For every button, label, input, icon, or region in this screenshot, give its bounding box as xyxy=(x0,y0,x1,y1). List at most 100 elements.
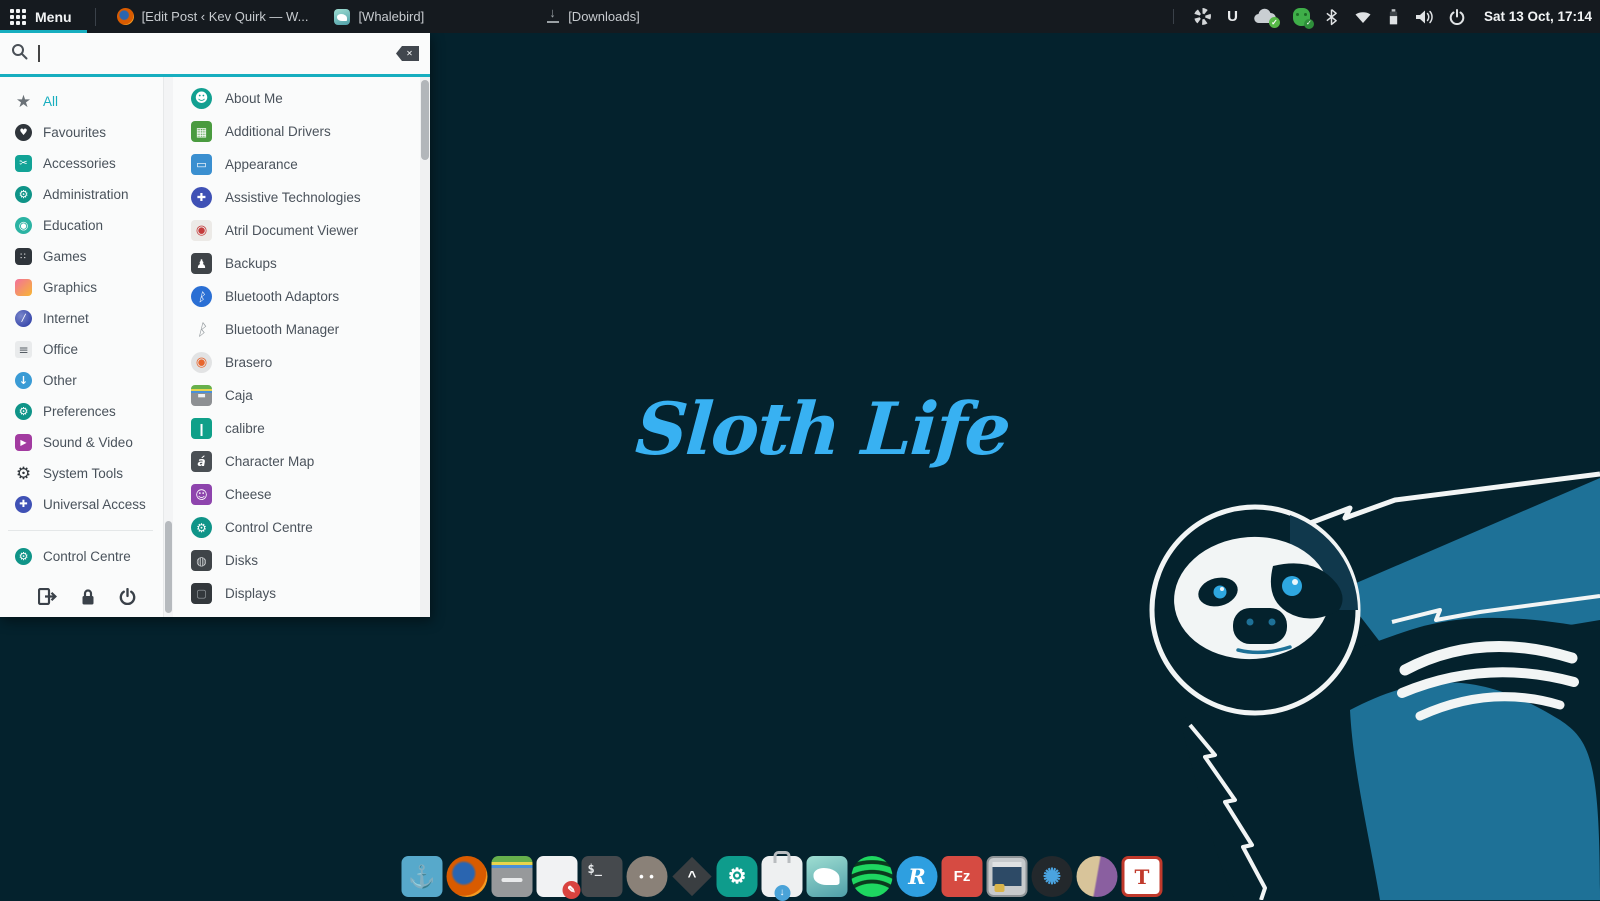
sloth-illustration xyxy=(1140,470,1600,900)
logout-button[interactable] xyxy=(38,588,57,605)
lock-screen-button[interactable] xyxy=(81,588,95,605)
app-displays[interactable]: ▢ Displays xyxy=(173,577,420,610)
window-title: [Edit Post ‹ Kev Quirk — W... xyxy=(142,9,309,24)
category-favourites[interactable]: ♥ Favourites xyxy=(0,117,163,148)
app-brasero[interactable]: ◉ Brasero xyxy=(173,346,420,379)
shutdown-button[interactable] xyxy=(119,588,136,605)
software-boutique-dock-icon[interactable] xyxy=(762,856,803,897)
panel-separator xyxy=(95,8,96,26)
category-internet[interactable]: ∕ Internet xyxy=(0,303,163,334)
app-caja[interactable]: ▬ Caja xyxy=(173,379,420,412)
vpn-tray-icon[interactable] xyxy=(1293,8,1310,26)
plank-dock-icon[interactable]: ⚓ xyxy=(402,856,443,897)
rambox-dock-icon[interactable]: R xyxy=(897,856,938,897)
firefox-dock-icon[interactable] xyxy=(447,856,488,897)
menu-search-input[interactable] xyxy=(43,45,396,62)
caja-dock-icon[interactable] xyxy=(492,856,533,897)
category-other[interactable]: ↓ Other xyxy=(0,365,163,396)
category-control-centre[interactable]: ⚙ Control Centre xyxy=(0,541,163,572)
shutter-dock-icon[interactable]: ✺ xyxy=(1032,856,1073,897)
app-list-scrollbar-thumb[interactable] xyxy=(421,80,429,160)
app-icon: ⚙ xyxy=(191,517,212,538)
app-atril-document-viewer[interactable]: ◉ Atril Document Viewer xyxy=(173,214,420,247)
clear-search-icon[interactable] xyxy=(396,46,419,61)
volume-tray-icon[interactable] xyxy=(1414,9,1434,25)
category-icon: ★ xyxy=(15,93,32,110)
sphere-app-dock-icon[interactable] xyxy=(1077,856,1118,897)
app-icon: ◍ xyxy=(191,550,212,571)
whalebird-dock-icon[interactable] xyxy=(807,856,848,897)
category-label: Games xyxy=(43,249,87,264)
category-sound-video[interactable]: ▶ Sound & Video xyxy=(0,427,163,458)
window-app-icon xyxy=(334,9,350,25)
app-cheese[interactable]: ☺ Cheese xyxy=(173,478,420,511)
app-bluetooth-manager[interactable]: ᛒ Bluetooth Manager xyxy=(173,313,420,346)
app-backups[interactable]: ♟ Backups xyxy=(173,247,420,280)
typora-dock-icon[interactable]: T xyxy=(1122,856,1163,897)
pluma-dock-icon[interactable] xyxy=(537,856,578,897)
category-preferences[interactable]: ⚙ Preferences xyxy=(0,396,163,427)
window-button-editor[interactable]: [Edit Post ‹ Kev Quirk — W... xyxy=(104,0,322,33)
inkscape-dock-icon[interactable]: ^ xyxy=(672,856,713,897)
filezilla-dock-icon[interactable]: Fz xyxy=(942,856,983,897)
power-tray-icon[interactable] xyxy=(1449,9,1465,25)
remote-desktop-dock-icon[interactable] xyxy=(987,856,1028,897)
wifi-tray-icon[interactable] xyxy=(1353,9,1373,24)
category-games[interactable]: ∷ Games xyxy=(0,241,163,272)
window-list: [Edit Post ‹ Kev Quirk — W... [Whalebird… xyxy=(104,0,653,33)
ulauncher-tray-icon[interactable]: U xyxy=(1227,8,1238,25)
app-list-scrollbar[interactable] xyxy=(420,77,430,617)
app-control-centre[interactable]: ⚙ Control Centre xyxy=(173,511,420,544)
session-buttons xyxy=(0,588,163,605)
category-administration[interactable]: ⚙ Administration xyxy=(0,179,163,210)
app-label: Character Map xyxy=(225,454,314,469)
app-calibre[interactable]: ❙ calibre xyxy=(173,412,420,445)
mate-tweak-dock-icon[interactable]: ⚙ xyxy=(717,856,758,897)
app-label: Additional Drivers xyxy=(225,124,331,139)
category-education[interactable]: ◉ Education xyxy=(0,210,163,241)
spotify-dock-icon[interactable] xyxy=(852,856,893,897)
menu-button[interactable]: Menu xyxy=(0,0,87,33)
window-button-whalebird[interactable]: [Whalebird] xyxy=(321,0,437,33)
app-icon: ✚ xyxy=(191,187,212,208)
gimp-dock-icon[interactable]: • • xyxy=(627,856,668,897)
category-system-tools[interactable]: ⚙ System Tools xyxy=(0,458,163,489)
category-graphics[interactable]: Graphics xyxy=(0,272,163,303)
category-accessories[interactable]: ✂ Accessories xyxy=(0,148,163,179)
window-app-icon xyxy=(117,8,134,25)
category-label: Education xyxy=(43,218,103,233)
app-label: Assistive Technologies xyxy=(225,190,361,205)
app-about-me[interactable]: ☻ About Me xyxy=(173,82,420,115)
app-appearance[interactable]: ▭ Appearance xyxy=(173,148,420,181)
app-label: Backups xyxy=(225,256,277,271)
panel-clock[interactable]: Sat 13 Oct, 17:14 xyxy=(1484,9,1592,24)
app-additional-drivers[interactable]: ▦ Additional Drivers xyxy=(173,115,420,148)
bluetooth-tray-icon[interactable] xyxy=(1325,8,1338,26)
category-icon: ▶ xyxy=(15,434,32,451)
category-universal-access[interactable]: ✚ Universal Access xyxy=(0,489,163,520)
app-bluetooth-adaptors[interactable]: ᛒ Bluetooth Adaptors xyxy=(173,280,420,313)
category-icon: ◉ xyxy=(15,217,32,234)
window-button-downloads[interactable]: [Downloads] xyxy=(533,0,653,33)
app-disks[interactable]: ◍ Disks xyxy=(173,544,420,577)
app-assistive-technologies[interactable]: ✚ Assistive Technologies xyxy=(173,181,420,214)
app-label: Appearance xyxy=(225,157,298,172)
app-label: Bluetooth Manager xyxy=(225,322,339,337)
category-label: Internet xyxy=(43,311,89,326)
app-icon: á xyxy=(191,451,212,472)
terminal-dock-icon[interactable]: $_ xyxy=(582,856,623,897)
cloud-sync-tray-icon[interactable]: ✓ xyxy=(1253,8,1278,26)
vpn-mascot xyxy=(1293,8,1310,26)
battery-tray-icon[interactable] xyxy=(1388,8,1399,26)
sidebar-scrollbar-thumb[interactable] xyxy=(165,521,172,613)
category-all[interactable]: ★ All xyxy=(0,86,163,117)
app-icon: ᛒ xyxy=(191,319,212,340)
window-app-icon xyxy=(546,9,560,24)
app-label: Cheese xyxy=(225,487,272,502)
shutter-tray-icon[interactable] xyxy=(1193,7,1212,26)
app-character-map[interactable]: á Character Map xyxy=(173,445,420,478)
category-office[interactable]: ≡ Office xyxy=(0,334,163,365)
app-icon: ▬ xyxy=(191,385,212,406)
sidebar-scrollbar[interactable] xyxy=(163,77,173,617)
category-icon: ✚ xyxy=(15,496,32,513)
